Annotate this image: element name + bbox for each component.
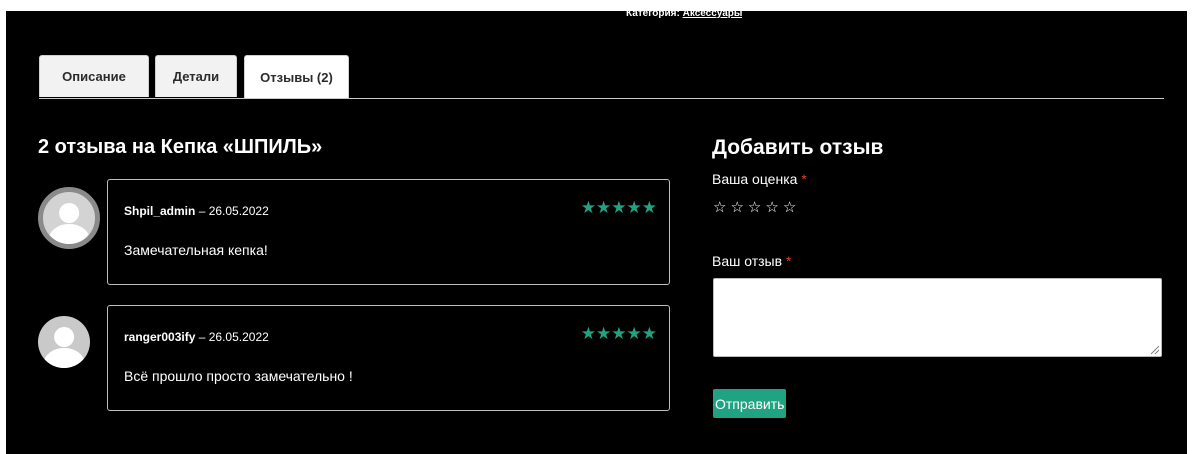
tab-divider: [39, 98, 1164, 99]
submit-button[interactable]: Отправить: [713, 389, 787, 418]
rating-input: ☆ ☆ ☆ ☆ ☆: [713, 198, 796, 216]
add-review-title: Добавить отзыв: [712, 136, 884, 159]
review-textarea[interactable]: [713, 278, 1162, 357]
category-label: Категория:: [626, 11, 680, 19]
review-text: Замечательная кепка!: [124, 242, 268, 258]
tab-description[interactable]: Описание: [39, 55, 149, 97]
review-date: – 26.05.2022: [198, 330, 269, 344]
reviews-title: 2 отзыва на Кепка «ШПИЛЬ»: [38, 136, 323, 158]
required-mark: *: [801, 171, 807, 187]
rating-label-text: Ваша оценка: [712, 171, 798, 187]
review-meta: Shpil_admin – 26.05.2022: [124, 204, 269, 218]
star-2-icon[interactable]: ☆: [730, 198, 743, 216]
review-field-label-text: Ваш отзыв: [712, 253, 783, 269]
required-mark: *: [785, 253, 792, 269]
tab-details[interactable]: Детали: [155, 55, 237, 97]
star-3-icon[interactable]: ☆: [748, 198, 761, 216]
product-tabs-section: Категория: Аксессуары Описание Детали От…: [6, 11, 1187, 454]
review-rating-stars: ★★★★★: [580, 198, 657, 217]
avatar: [38, 187, 100, 249]
star-1-icon[interactable]: ☆: [713, 198, 726, 216]
user-shoulders-shape: [48, 224, 90, 244]
review-date: – 26.05.2022: [198, 204, 269, 218]
category-line: Категория: Аксессуары: [626, 11, 742, 19]
avatar: [38, 316, 90, 368]
user-head-shape: [59, 203, 79, 224]
review-card: ranger003ify – 26.05.2022 ★★★★★ Всё прош…: [107, 305, 670, 411]
category-link[interactable]: Аксессуары: [683, 11, 743, 19]
review-text: Всё прошло просто замечательно !: [124, 368, 353, 384]
review-field-label: Ваш отзыв *: [712, 253, 791, 269]
star-5-icon[interactable]: ☆: [783, 198, 796, 216]
user-shoulders-shape: [43, 348, 85, 368]
resize-handle-icon[interactable]: [1151, 346, 1159, 354]
rating-label: Ваша оценка *: [712, 171, 807, 187]
review-author: Shpil_admin: [124, 204, 196, 218]
star-4-icon[interactable]: ☆: [765, 198, 778, 216]
review-card: Shpil_admin – 26.05.2022 ★★★★★ Замечател…: [107, 179, 670, 285]
review-rating-stars: ★★★★★: [580, 324, 657, 343]
user-head-shape: [54, 327, 74, 348]
review-meta: ranger003ify – 26.05.2022: [124, 330, 269, 344]
tab-reviews[interactable]: Отзывы (2): [244, 55, 349, 99]
review-author: ranger003ify: [124, 330, 196, 344]
